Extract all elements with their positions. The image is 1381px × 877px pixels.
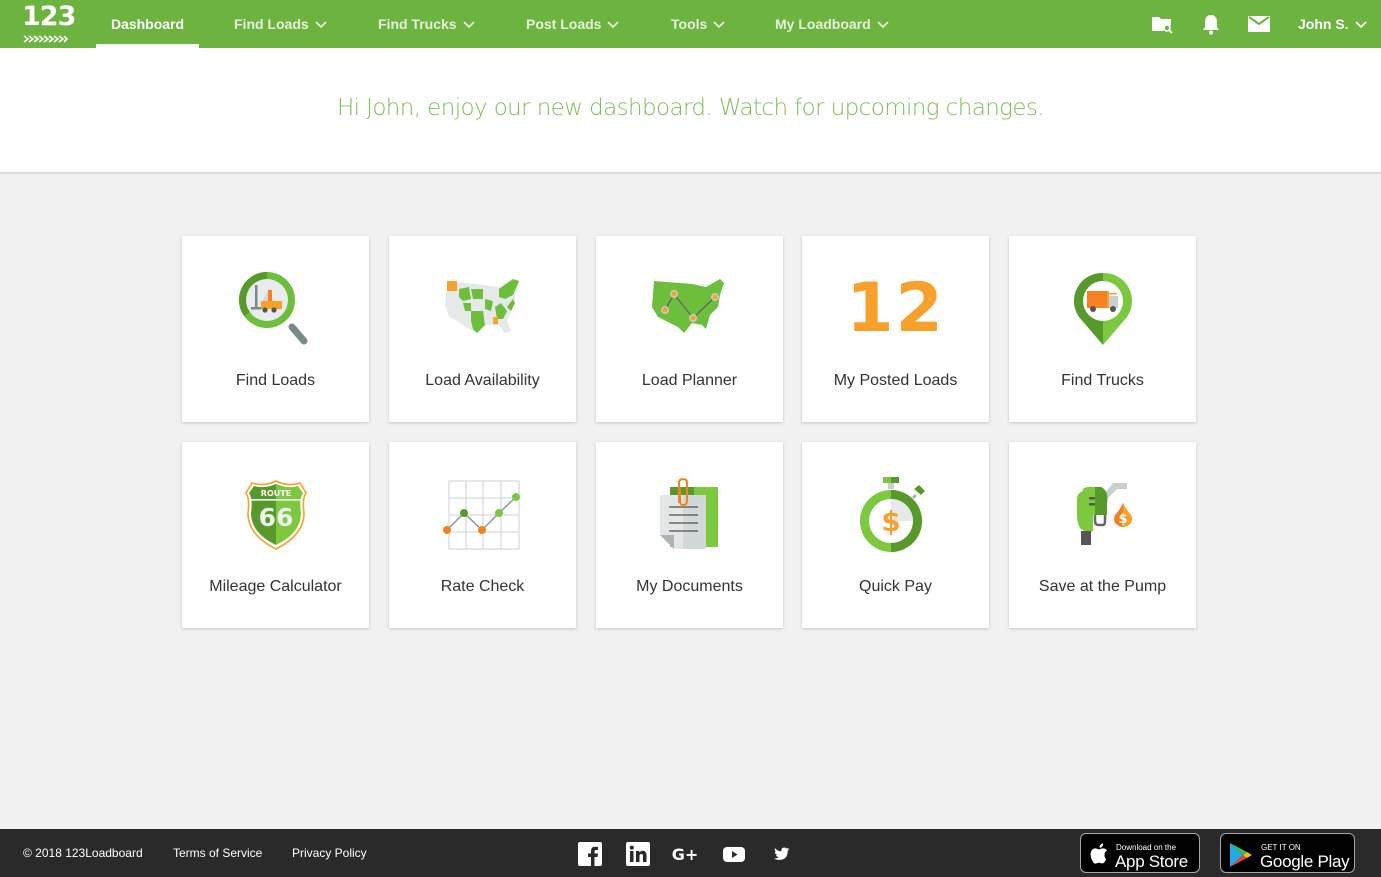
nav-dashboard[interactable]: Dashboard [96,0,199,48]
logo[interactable]: 123 [22,1,76,44]
welcome-banner: Hi John, enjoy our new dashboard. Watch … [0,48,1381,174]
top-navigation-bar: 123 Dashboard Find Loads Find Trucks Pos… [0,0,1381,48]
tile-load-availability[interactable]: Load Availability [389,236,576,422]
us-map-availability-icon [444,279,519,333]
privacy-policy-link[interactable]: Privacy Policy [292,846,367,860]
bell-icon[interactable] [1199,12,1223,36]
apple-icon [1090,843,1107,864]
tile-quick-pay[interactable]: $ Quick Pay [802,442,989,628]
nav-tools[interactable]: Tools [671,0,725,48]
logo-text: 123 [22,1,76,32]
tile-mileage-calculator[interactable]: ROUTE 66 Mileage Calculator [182,442,369,628]
fuel-nozzle-icon: $ [1076,483,1132,545]
tile-find-trucks[interactable]: Find Trucks [1009,236,1196,422]
nav-label: Find Loads [234,16,309,32]
user-name: John S. [1298,16,1349,32]
rate-chart-icon [442,480,520,550]
tile-label: My Posted Loads [833,372,958,389]
tile-label: Mileage Calculator [209,578,342,595]
app-store-small-text: Download on the [1116,843,1177,852]
nav-label: Tools [671,16,708,32]
welcome-message: Hi John, enjoy our new dashboard. Watch … [336,95,1045,121]
nav-find-loads[interactable]: Find Loads [234,0,327,48]
tile-save-at-the-pump[interactable]: $ Save at the Pump [1009,442,1196,628]
tire-tread-icon [23,35,69,43]
nav-label: Find Trucks [378,16,457,32]
google-play-icon [1230,843,1252,867]
tile-label: Load Planner [641,372,738,389]
stopwatch-dollar-icon: $ [859,477,925,552]
nav-label: Dashboard [110,16,185,32]
chevron-down-icon [713,21,725,29]
documents-icon [659,477,718,549]
tile-my-documents[interactable]: My Documents [596,442,783,628]
footer: © 2018 123Loadboard Terms of Service Pri… [0,829,1381,877]
tile-label: Find Trucks [1061,372,1144,389]
chevron-down-icon [462,21,475,29]
chevron-down-icon [315,21,327,29]
mail-icon[interactable] [1247,12,1271,36]
facebook-icon[interactable] [577,841,603,867]
tile-label: Find Loads [235,372,316,389]
google-play-small-text: GET IT ON [1261,843,1301,852]
app-store-badge[interactable]: Download on the App Store [1080,833,1200,873]
google-plus-icon[interactable]: G+ [671,841,699,867]
chevron-down-icon [1354,21,1367,29]
magnifier-forklift-icon [238,272,307,345]
twitter-icon[interactable] [769,841,795,867]
us-map-route-icon [651,279,724,333]
tile-label: Rate Check [440,578,525,595]
shield-number-text: 66 [258,503,293,532]
map-pin-truck-icon [1073,272,1132,345]
google-play-badge[interactable]: GET IT ON Google Play [1220,833,1355,873]
youtube-icon[interactable] [721,841,747,867]
tile-rate-check[interactable]: Rate Check [389,442,576,628]
nav-my-loadboard[interactable]: My Loadboard [775,0,889,48]
tile-find-loads[interactable]: Find Loads [182,236,369,422]
tile-load-planner[interactable]: Load Planner [596,236,783,422]
dollar-symbol: $ [881,505,900,538]
nav-label: Post Loads [526,16,602,32]
app-store-big-text: App Store [1115,852,1188,871]
chevron-down-icon [877,21,889,29]
tile-my-posted-loads[interactable]: 12 My Posted Loads [802,236,989,422]
tile-label: Quick Pay [859,578,932,595]
user-menu[interactable]: John S. [1298,0,1367,48]
google-play-big-text: Google Play [1260,852,1350,871]
nav-find-trucks[interactable]: Find Trucks [378,0,475,48]
google-plus-text: G+ [671,844,699,864]
linkedin-icon[interactable] [625,841,651,867]
shield-top-text: ROUTE [260,489,290,498]
route-66-shield-icon: ROUTE 66 [244,480,307,550]
folder-search-icon[interactable] [1151,12,1175,36]
terms-of-service-link[interactable]: Terms of Service [173,846,262,860]
copyright-text: © 2018 123Loadboard [23,846,143,860]
nav-label: My Loadboard [775,16,871,32]
chevron-down-icon [607,21,620,29]
tile-label: My Documents [636,578,743,595]
tile-label: Save at the Pump [1038,578,1167,595]
nav-post-loads[interactable]: Post Loads [526,0,620,48]
tile-label: Load Availability [425,372,540,389]
posted-loads-count: 12 [846,269,945,348]
dollar-symbol: $ [1118,512,1127,527]
